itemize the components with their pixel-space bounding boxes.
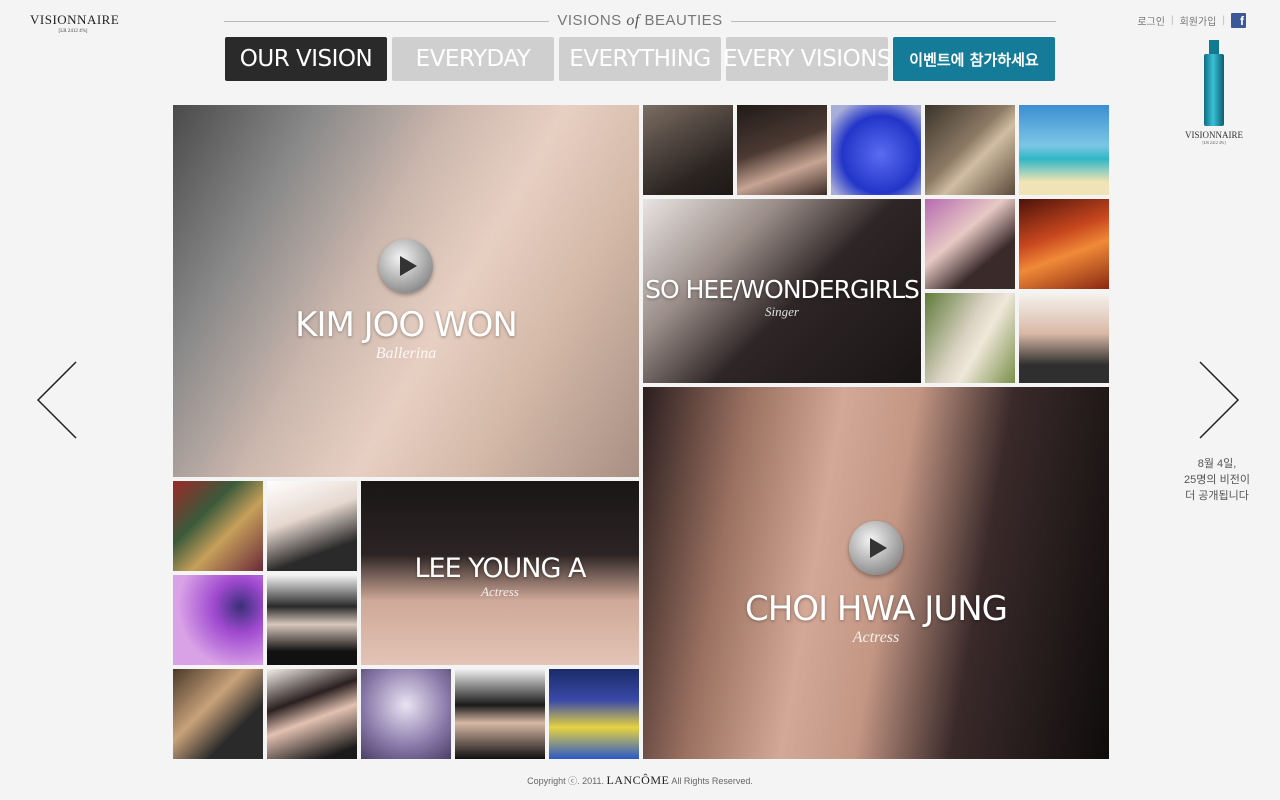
thumb-tile[interactable] bbox=[1019, 105, 1109, 195]
tab-our-vision[interactable]: OUR VISION bbox=[225, 37, 387, 81]
login-link[interactable]: 로그인 bbox=[1137, 13, 1165, 28]
thumb-tile[interactable] bbox=[1019, 293, 1109, 383]
tab-everyday[interactable]: EVERYDAY bbox=[392, 37, 554, 81]
tab-event[interactable]: 이벤트에 참가하세요 bbox=[893, 37, 1055, 81]
feature-name: LEE YOUNG A bbox=[414, 553, 587, 584]
page-headline: VISIONS of BEAUTIES bbox=[224, 10, 1056, 32]
logo-sub: [LR 2412 4%] bbox=[58, 29, 88, 34]
feature-role: Ballerina bbox=[375, 345, 437, 362]
footer-copyright: Copyright ⓒ. 2011. bbox=[527, 776, 604, 786]
thumb-tile[interactable] bbox=[455, 669, 545, 759]
thumb-tile[interactable] bbox=[267, 481, 357, 571]
thumb-tile[interactable] bbox=[737, 105, 827, 195]
top-links: 로그인 | 회원가입 | f bbox=[1137, 13, 1246, 28]
thumb-tile[interactable] bbox=[925, 199, 1015, 289]
notice-line-2: 25명의 비전이 bbox=[1184, 474, 1250, 486]
feature-role: Actress bbox=[852, 629, 900, 646]
facebook-icon[interactable]: f bbox=[1231, 13, 1246, 28]
headline-rule-right bbox=[730, 20, 1056, 22]
thumb-tile[interactable] bbox=[643, 105, 733, 195]
footer-brand[interactable]: LANCÔME bbox=[606, 773, 669, 787]
feature-name: KIM JOO WON bbox=[295, 305, 518, 345]
play-button-icon[interactable] bbox=[379, 239, 433, 293]
feature-name: CHOI HWA JUNG bbox=[745, 589, 1008, 629]
release-notice: 8월 4일, 25명의 비전이 더 공개됩니다 bbox=[1172, 456, 1262, 504]
feature-name: SO HEE/WONDERGIRLS bbox=[645, 275, 920, 304]
footer-rights: All Rights Reserved. bbox=[671, 776, 753, 786]
footer: Copyright ⓒ. 2011. LANCÔME All Rights Re… bbox=[0, 773, 1280, 788]
signup-link[interactable]: 회원가입 bbox=[1180, 13, 1217, 28]
thumb-tile[interactable] bbox=[831, 105, 921, 195]
prev-arrow-icon[interactable] bbox=[36, 360, 80, 440]
headline-rule-left bbox=[224, 20, 550, 22]
headline-right: BEAUTIES bbox=[644, 12, 723, 29]
tab-every-visions[interactable]: EVERY VISIONS bbox=[723, 37, 892, 81]
thumb-tile[interactable] bbox=[173, 575, 263, 665]
main-nav: OUR VISION EVERYDAY EVERYTHING EVERY VIS… bbox=[225, 37, 1055, 81]
product-name: VISIONNAIRE bbox=[1185, 130, 1243, 140]
play-button-icon[interactable] bbox=[849, 521, 903, 575]
thumb-tile[interactable] bbox=[173, 669, 263, 759]
link-separator: | bbox=[1170, 15, 1174, 26]
thumb-tile[interactable] bbox=[925, 293, 1015, 383]
next-arrow-icon[interactable] bbox=[1196, 360, 1240, 440]
thumb-tile[interactable] bbox=[267, 575, 357, 665]
headline-text: VISIONS of BEAUTIES bbox=[549, 12, 730, 30]
thumb-tile[interactable] bbox=[1019, 199, 1109, 289]
visionnaire-logo[interactable]: VISIONNAIRE [LR 2412 4%] bbox=[30, 12, 120, 34]
thumb-tile[interactable] bbox=[549, 669, 639, 759]
serum-bottle-icon bbox=[1204, 40, 1224, 126]
link-separator: | bbox=[1222, 15, 1225, 26]
feature-so-hee[interactable]: SO HEE/WONDERGIRLS Singer bbox=[643, 199, 921, 383]
thumb-tile[interactable] bbox=[361, 669, 451, 759]
product-image[interactable]: VISIONNAIRE [LR 2412 4%] bbox=[1168, 40, 1260, 150]
feature-choi-hwa-jung[interactable]: CHOI HWA JUNG Actress bbox=[643, 387, 1109, 759]
thumb-tile[interactable] bbox=[925, 105, 1015, 195]
headline-left: VISIONS bbox=[557, 12, 622, 29]
headline-of: of bbox=[626, 12, 640, 29]
thumb-tile[interactable] bbox=[173, 481, 263, 571]
product-sub: [LR 2412 4%] bbox=[1202, 140, 1226, 145]
notice-line-1: 8월 4일, bbox=[1197, 458, 1237, 470]
feature-kim-joo-won[interactable]: KIM JOO WON Ballerina bbox=[173, 105, 639, 477]
feature-role: Singer bbox=[765, 304, 799, 319]
thumb-tile[interactable] bbox=[267, 669, 357, 759]
tab-everything[interactable]: EVERYTHING bbox=[559, 37, 721, 81]
feature-role: Actress bbox=[481, 584, 519, 599]
vision-gallery: KIM JOO WON Ballerina SO HEE/WONDERGIRLS… bbox=[173, 105, 1109, 759]
notice-line-3: 더 공개됩니다 bbox=[1185, 490, 1249, 502]
logo-name: VISIONNAIRE bbox=[30, 12, 120, 27]
feature-lee-young-a[interactable]: LEE YOUNG A Actress bbox=[361, 481, 639, 665]
